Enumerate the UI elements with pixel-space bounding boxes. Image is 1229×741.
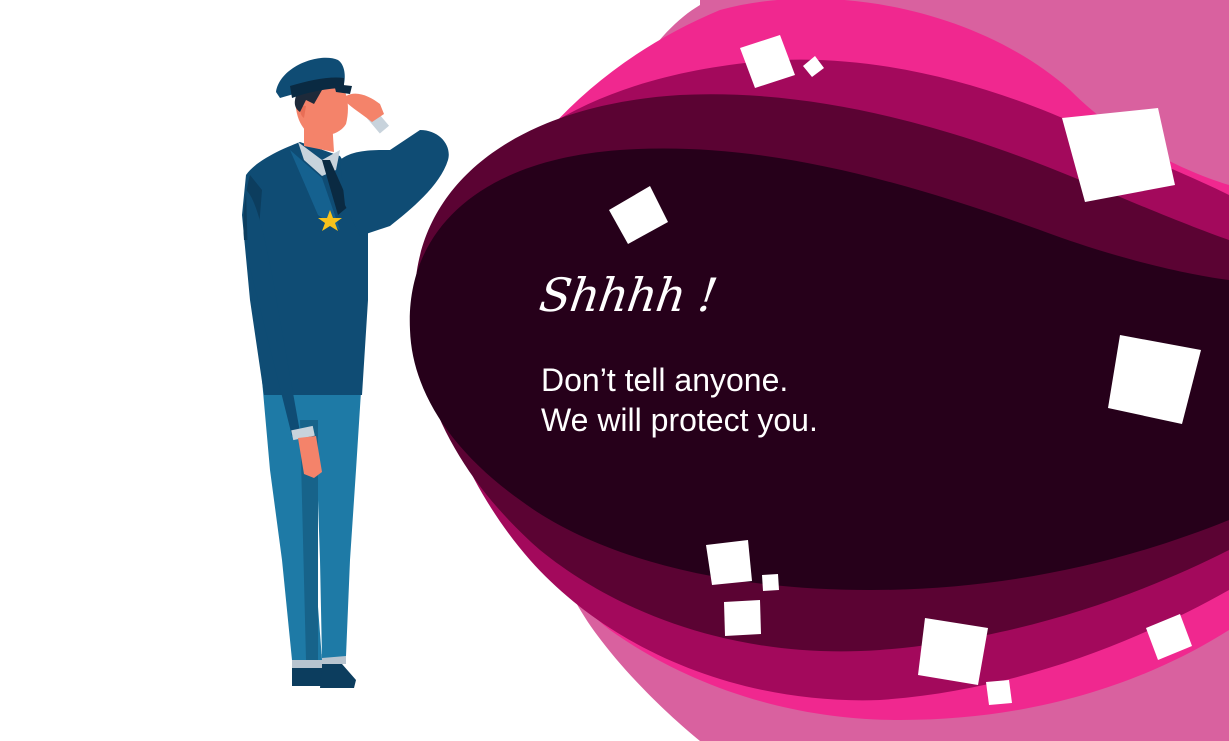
message-line-1: Don’t tell anyone. — [541, 362, 789, 398]
paper-square — [724, 600, 761, 636]
arm-salute — [340, 130, 449, 236]
paper-square — [918, 618, 988, 685]
shhh-heading: Shhhh ! — [536, 268, 720, 322]
paper-square — [706, 540, 752, 585]
paper-square — [762, 574, 779, 591]
protection-message: Don’t tell anyone. We will protect you. — [541, 360, 818, 440]
layered-blob — [409, 0, 1229, 741]
salute-hand — [346, 93, 384, 122]
shoe-front — [320, 664, 356, 688]
message-line-2: We will protect you. — [541, 402, 818, 438]
paper-square — [986, 680, 1012, 705]
